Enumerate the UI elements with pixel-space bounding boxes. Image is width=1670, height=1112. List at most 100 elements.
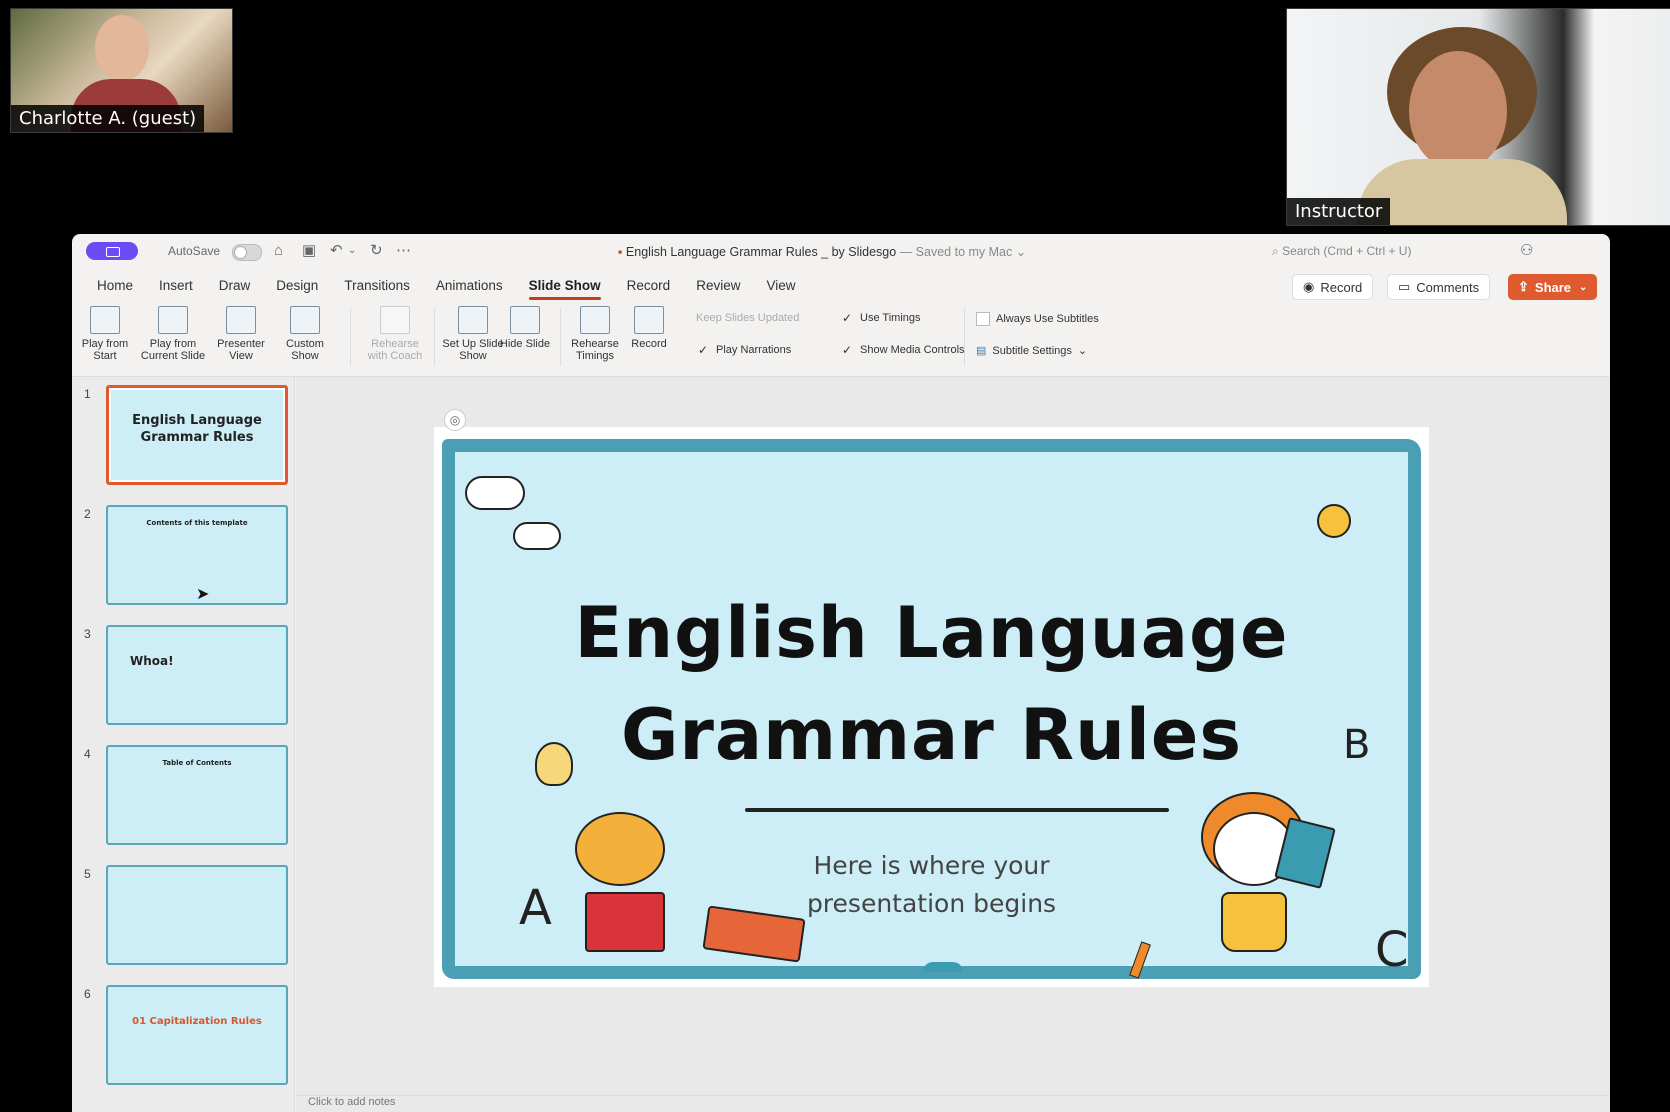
slide-thumbnail-1[interactable]: English Language Grammar Rules [106, 385, 288, 485]
cloud-icon [465, 476, 525, 510]
tab-transitions[interactable]: Transitions [331, 274, 423, 298]
guest-name-tag: Charlotte A. (guest) [11, 105, 205, 132]
sidebar-toggle-icon[interactable] [86, 242, 138, 260]
tab-insert[interactable]: Insert [146, 274, 206, 298]
use-timings-checkbox[interactable]: ✓ Use Timings [842, 312, 921, 324]
letter-a: A [519, 880, 552, 936]
save-icon[interactable]: ▣ [302, 242, 316, 260]
tab-home[interactable]: Home [84, 274, 146, 298]
tab-draw[interactable]: Draw [206, 274, 264, 298]
custom-show-button[interactable]: Custom Show [272, 302, 338, 362]
share-button[interactable]: ⇪ Share ⌄ [1508, 274, 1598, 300]
ribbon-separator [560, 308, 561, 366]
slide-thumbnail-5[interactable] [106, 865, 288, 965]
ribbon-separator [350, 308, 351, 366]
thumb-title: English Language Grammar Rules [132, 413, 262, 445]
record-dot-icon: ◉ [1303, 279, 1315, 294]
play-from-start-label: Play from Start [81, 338, 129, 362]
presenter-icon [226, 306, 256, 334]
more-icon[interactable]: ⋯ [396, 242, 411, 260]
keep-updated-label: Keep Slides Updated [696, 312, 800, 324]
thumb-number: 2 [84, 507, 91, 521]
document-title[interactable]: ▪ English Language Grammar Rules _ by Sl… [618, 244, 1026, 259]
thumb-number: 1 [84, 387, 91, 401]
record-button-label: Record [1320, 279, 1363, 295]
presenter-view-button[interactable]: Presenter View [208, 302, 274, 362]
ribbon-separator [964, 308, 965, 366]
ribbon-toolbar: Play from Start Play from Current Slide … [72, 302, 1610, 377]
play-from-current-button[interactable]: Play from Current Slide [140, 302, 206, 362]
slide-title[interactable]: English Language Grammar Rules [455, 582, 1408, 786]
always-use-subtitles-checkbox[interactable]: Always Use Subtitles [976, 312, 1099, 326]
tab-record[interactable]: Record [614, 274, 684, 298]
play-icon [90, 306, 120, 334]
search-box[interactable]: ⌕ Search (Cmd + Ctrl + U) [1272, 244, 1411, 259]
guest-face [95, 15, 149, 81]
instructor-face [1409, 51, 1507, 171]
play-narrations-checkbox[interactable]: ✓ Play Narrations [698, 344, 791, 356]
tab-view[interactable]: View [753, 274, 808, 298]
home-icon[interactable]: ⌂ [274, 242, 283, 260]
record-slideshow-button[interactable]: Record [616, 302, 682, 350]
lightbulb-icon [535, 742, 573, 786]
autosave-toggle[interactable] [232, 244, 262, 261]
thumb-title: Whoa! [130, 654, 174, 668]
document-name: English Language Grammar Rules _ by Slid… [625, 245, 897, 259]
hide-slide-button[interactable]: Hide Slide [492, 302, 558, 350]
subtitle-settings-label: Subtitle Settings [992, 344, 1072, 357]
setup-icon [458, 306, 488, 334]
slide-accessibility-icon[interactable]: ◎ [444, 409, 466, 431]
coach-icon [380, 306, 410, 334]
check-icon: ✓ [842, 311, 853, 325]
rehearse-timings-label: Rehearse Timings [571, 338, 619, 362]
redo-icon[interactable]: ↻ [370, 242, 383, 260]
comments-button[interactable]: ▭ Comments [1387, 274, 1491, 300]
title-bar: AutoSave ⌂ ▣ ↶ ⌄ ↻ ⋯ ▪ English Language … [72, 234, 1610, 268]
account-icon[interactable]: ⚇ [1520, 242, 1533, 260]
undo-dropdown-icon[interactable]: ⌄ [348, 242, 356, 260]
undo-icon[interactable]: ↶ [330, 242, 343, 260]
record-button[interactable]: ◉ Record [1292, 274, 1374, 300]
slide-thumbnail-6[interactable]: 01 Capitalization Rules [106, 985, 288, 1085]
show-media-controls-checkbox[interactable]: ✓ Show Media Controls [842, 344, 965, 356]
check-icon: ✓ [698, 343, 709, 357]
thumb-title: 01 Capitalization Rules [132, 1016, 262, 1027]
chevron-down-icon: ⌄ [1077, 345, 1088, 357]
pencil-icon [1129, 941, 1151, 979]
check-icon: ✓ [842, 343, 853, 357]
slide-thumbnail-4[interactable]: Table of Contents [106, 745, 288, 845]
thumb-title: Contents of this template [146, 519, 248, 527]
letter-c: C [1375, 922, 1409, 978]
current-slide[interactable]: English Language Grammar Rules Here is w… [434, 409, 1429, 987]
hide-slide-label: Hide Slide [499, 338, 551, 350]
subtitle-settings-dropdown[interactable]: ▤ Subtitle Settings ⌄ [976, 344, 1088, 358]
tab-slide-show[interactable]: Slide Show [516, 274, 614, 300]
record-slideshow-icon [634, 306, 664, 334]
custom-show-label: Custom Show [286, 338, 324, 362]
record-slideshow-label: Record [631, 338, 667, 350]
slide-thumbnail-3[interactable]: Whoa! [106, 625, 288, 725]
use-timings-label: Use Timings [860, 312, 921, 324]
slide-thumbnails-pane: 1 English Language Grammar Rules 2 Conte… [72, 377, 295, 1112]
comments-button-label: Comments [1416, 279, 1480, 295]
play-from-start-button[interactable]: Play from Start [72, 302, 138, 362]
tab-review[interactable]: Review [683, 274, 753, 298]
notes-placeholder: Click to add notes [308, 1096, 396, 1108]
guest-video-tile[interactable]: Charlotte A. (guest) [10, 8, 233, 133]
notes-pane[interactable]: Click to add notes [296, 1095, 1610, 1112]
keep-slides-updated-checkbox[interactable]: Keep Slides Updated [696, 312, 799, 324]
slide-editing-area: English Language Grammar Rules Here is w… [296, 377, 1610, 1112]
share-icon: ⇪ [1518, 279, 1529, 294]
search-icon: ⌕ [1272, 244, 1279, 258]
tab-animations[interactable]: Animations [423, 274, 516, 298]
instructor-video-tile[interactable]: Instructor [1286, 8, 1670, 226]
hide-slide-icon [510, 306, 540, 334]
tab-design[interactable]: Design [263, 274, 331, 298]
share-dropdown-icon: ⌄ [1579, 281, 1588, 293]
rehearse-coach-label: Rehearse with Coach [367, 338, 423, 362]
thumb-number: 4 [84, 747, 91, 761]
ribbon-separator [434, 308, 435, 366]
cloud-icon [513, 522, 561, 550]
grass-icon [923, 962, 963, 972]
rehearse-with-coach-button[interactable]: Rehearse with Coach [362, 302, 428, 362]
